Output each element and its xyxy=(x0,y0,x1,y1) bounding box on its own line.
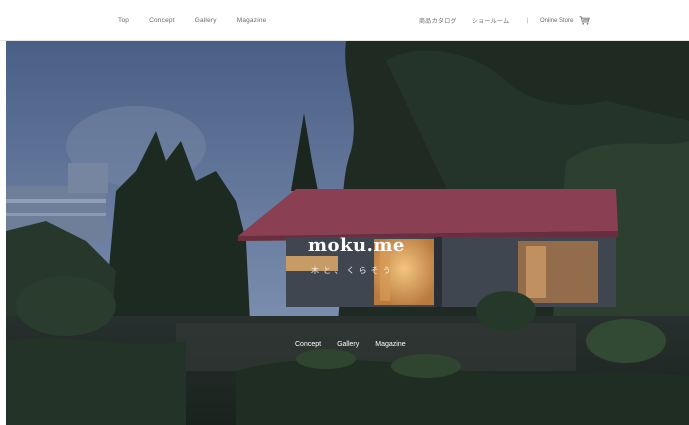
main-nav: Top Concept Gallery Magazine xyxy=(118,0,287,41)
hero-nav: Concept Gallery Magazine xyxy=(295,341,422,348)
nav-separator: | xyxy=(526,17,528,24)
nav-online-store[interactable]: Online Store xyxy=(540,18,573,24)
hero-nav-gallery[interactable]: Gallery xyxy=(337,341,359,348)
nav-showroom[interactable]: ショールーム xyxy=(472,16,510,25)
nav-magazine[interactable]: Magazine xyxy=(237,17,267,24)
nav-gallery[interactable]: Gallery xyxy=(195,17,217,24)
hero-photo xyxy=(6,41,689,425)
nav-top[interactable]: Top xyxy=(118,17,129,24)
utility-nav: 商品カタログ ショールーム | Online Store xyxy=(419,0,591,41)
hero-section: moku.me 木と、くらそう Concept Gallery Magazine xyxy=(6,41,689,425)
nav-catalog[interactable]: 商品カタログ xyxy=(419,16,457,25)
hero-nav-concept[interactable]: Concept xyxy=(295,341,321,348)
site-header: Top Concept Gallery Magazine 商品カタログ ショール… xyxy=(0,0,689,41)
hero-nav-magazine[interactable]: Magazine xyxy=(375,341,405,348)
nav-concept[interactable]: Concept xyxy=(149,17,175,24)
brand-logo[interactable]: moku.me xyxy=(308,235,405,256)
brand-tagline: 木と、くらそう xyxy=(311,266,395,275)
cart-icon[interactable] xyxy=(579,16,591,25)
page: Top Concept Gallery Magazine 商品カタログ ショール… xyxy=(0,0,689,425)
